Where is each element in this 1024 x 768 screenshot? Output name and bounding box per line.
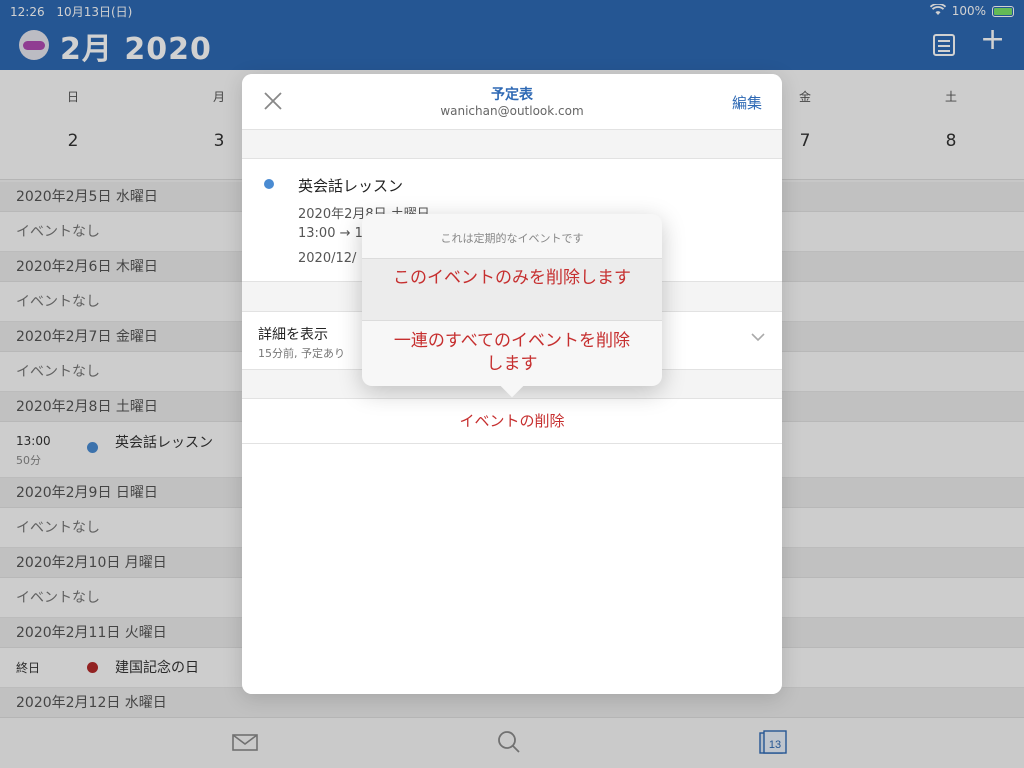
popover-title: これは定期的なイベントです [440,232,584,245]
details-sub: 15分前, 予定あり [258,347,345,360]
event-recurrence-end: 2020/12/ [298,251,357,266]
modal-body-blank [242,444,782,694]
modal-title: 予定表 [491,87,533,103]
modal-header: 予定表 wanichan@outlook.com 編集 [242,74,782,130]
calendar-color-dot [264,179,274,189]
event-name: 英会話レッスン [298,177,404,195]
details-label: 詳細を表示 [258,327,328,343]
delete-event-button[interactable]: イベントの削除 [242,398,782,444]
event-time: 13:00 → 1 [298,226,363,241]
delete-options-popover: これは定期的なイベントです このイベントのみを削除します 一連のすべてのイベント… [362,214,662,386]
chevron-down-icon [750,326,766,347]
delete-this-event-button[interactable]: このイベントのみを削除します [362,258,662,321]
account-email: wanichan@outlook.com [440,104,584,118]
delete-series-button[interactable]: 一連のすべてのイベントを削除します [362,321,662,386]
edit-button[interactable]: 編集 [732,92,762,113]
